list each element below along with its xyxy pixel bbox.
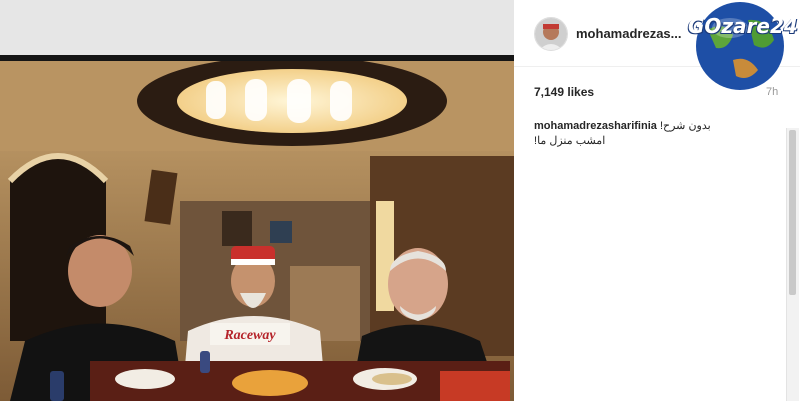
instagram-post-view: Raceway mohamadrezas... 7,149 likes 7h m…: [0, 0, 800, 401]
post-photo[interactable]: Raceway: [0, 61, 514, 401]
user-avatar[interactable]: [534, 17, 568, 51]
top-gray-area: [0, 0, 514, 55]
gozare24-watermark-logo: GOzare24: [678, 0, 800, 92]
likes-count[interactable]: 7,149 likes: [534, 85, 594, 99]
caption-username[interactable]: mohamadrezasharifinia: [534, 120, 657, 132]
scrollbar-thumb[interactable]: [789, 130, 796, 295]
post-caption: mohamadrezasharifinia !بدون شرح: [534, 119, 774, 133]
caption-text: !بدون شرح: [659, 120, 711, 132]
caption-text-line-2: !امشب منزل ما: [534, 135, 606, 147]
comments-scrollbar[interactable]: [786, 128, 799, 401]
shirt-print-text: Raceway: [223, 328, 276, 343]
watermark-text: GOzare24: [688, 14, 798, 38]
username-link[interactable]: mohamadrezas...: [576, 26, 682, 41]
dinner-scene-image: Raceway: [0, 61, 514, 401]
